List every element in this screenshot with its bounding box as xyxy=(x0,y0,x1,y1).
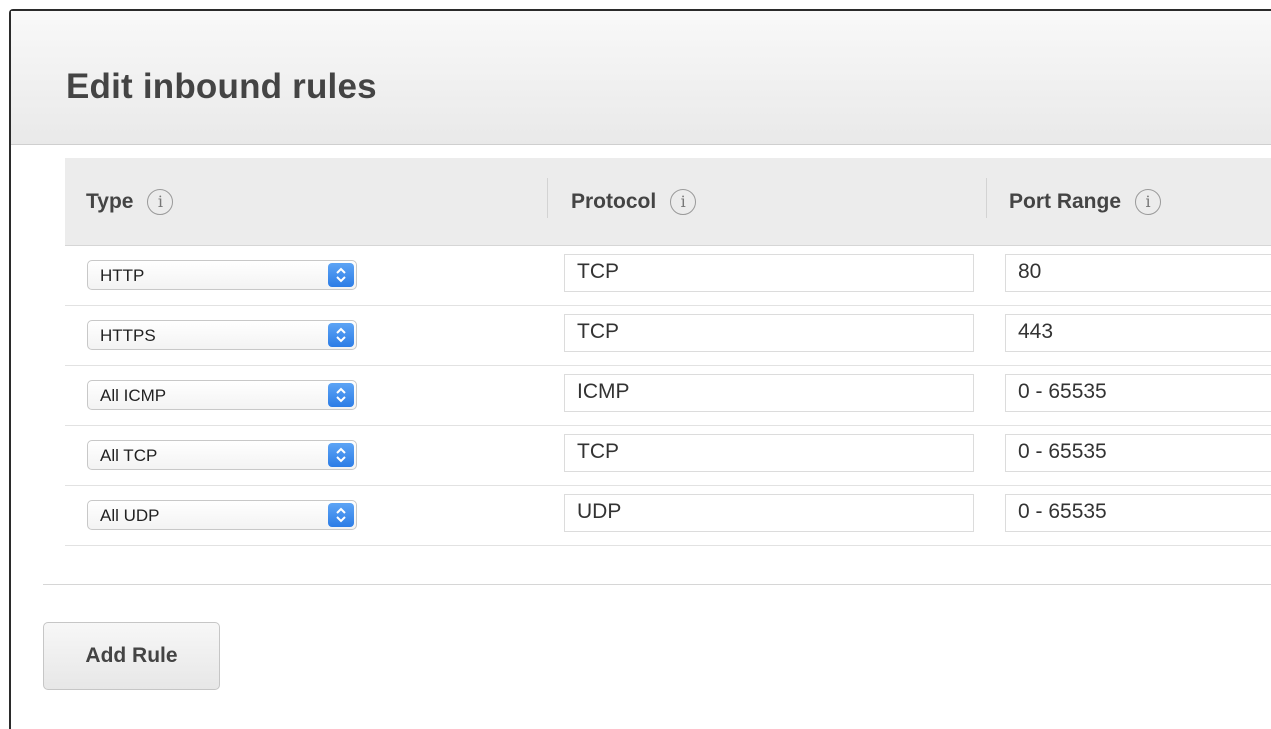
dialog-header: Edit inbound rules xyxy=(11,11,1271,145)
type-select[interactable]: All ICMP xyxy=(87,380,357,410)
add-rule-button[interactable]: Add Rule xyxy=(43,622,220,690)
port-range-field[interactable]: 80 xyxy=(1005,254,1271,292)
type-select-value: HTTPS xyxy=(100,326,156,345)
column-header-port-range: Port Range i xyxy=(1009,158,1162,245)
protocol-field: UDP xyxy=(564,494,974,532)
column-header-label: Protocol xyxy=(571,189,657,213)
protocol-field: ICMP xyxy=(564,374,974,412)
column-separator xyxy=(547,178,548,218)
protocol-field: TCP xyxy=(564,314,974,352)
info-icon[interactable]: i xyxy=(670,188,697,215)
select-stepper-icon[interactable] xyxy=(328,503,354,527)
protocol-field: TCP xyxy=(564,434,974,472)
select-stepper-icon[interactable] xyxy=(328,263,354,287)
info-icon[interactable]: i xyxy=(1135,188,1162,215)
table-row: HTTP TCP 80 xyxy=(65,245,1271,306)
column-header-type: Type i xyxy=(86,158,174,245)
table-row: HTTPS TCP 443 xyxy=(65,305,1271,366)
select-stepper-icon[interactable] xyxy=(328,443,354,467)
select-stepper-icon[interactable] xyxy=(328,383,354,407)
type-select[interactable]: HTTP xyxy=(87,260,357,290)
column-header-protocol: Protocol i xyxy=(571,158,697,245)
type-select[interactable]: All TCP xyxy=(87,440,357,470)
type-select-value: All TCP xyxy=(100,446,158,465)
column-separator xyxy=(986,178,987,218)
column-header-label: Type xyxy=(86,189,134,213)
port-range-field[interactable]: 0 - 65535 xyxy=(1005,494,1271,532)
info-icon[interactable]: i xyxy=(147,188,174,215)
table-row: All TCP TCP 0 - 65535 xyxy=(65,425,1271,486)
type-select-value: All ICMP xyxy=(100,386,167,405)
table-row: All UDP UDP 0 - 65535 xyxy=(65,485,1271,546)
port-range-field[interactable]: 443 xyxy=(1005,314,1271,352)
type-select[interactable]: HTTPS xyxy=(87,320,357,350)
column-header-label: Port Range xyxy=(1009,189,1122,213)
edit-inbound-rules-dialog: Edit inbound rules Type i Protocol i Por… xyxy=(9,9,1271,729)
type-select[interactable]: All UDP xyxy=(87,500,357,530)
protocol-field: TCP xyxy=(564,254,974,292)
type-select-value: All UDP xyxy=(100,506,160,525)
select-stepper-icon[interactable] xyxy=(328,323,354,347)
section-divider xyxy=(43,584,1271,585)
port-range-field[interactable]: 0 - 65535 xyxy=(1005,374,1271,412)
table-header: Type i Protocol i Port Range i xyxy=(65,158,1271,246)
port-range-field[interactable]: 0 - 65535 xyxy=(1005,434,1271,472)
table-row: All ICMP ICMP 0 - 65535 xyxy=(65,365,1271,426)
type-select-value: HTTP xyxy=(100,266,145,285)
dialog-title: Edit inbound rules xyxy=(66,67,377,106)
